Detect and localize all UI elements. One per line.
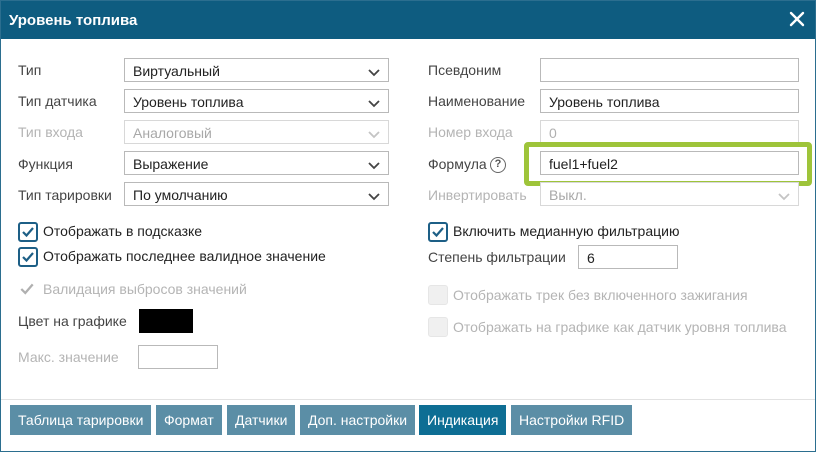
max-value-label: Макс. значение [18,349,119,365]
checkmark-icon [22,252,34,263]
function-select[interactable]: Выражение [124,151,389,175]
track-without-ignition-label: Отображать трек без включенного зажигани… [453,287,748,303]
chevron-down-icon [367,127,381,139]
function-value: Выражение [133,156,209,172]
chevron-down-icon [367,189,381,201]
dialog-title: Уровень топлива [9,12,138,29]
show-last-valid-label: Отображать последнее валидное значение [43,248,326,264]
track-without-ignition-checkbox[interactable] [428,285,448,305]
chevron-down-icon [367,158,381,170]
show-in-tooltip-checkbox[interactable] [18,222,38,242]
function-label: Функция [18,156,73,172]
show-as-fuel-sensor-label: Отображать на графике как датчик уровня … [453,319,787,335]
filter-degree-input[interactable]: 6 [578,245,678,269]
outlier-validation-label: Валидация выбросов значений [43,281,247,297]
chevron-down-icon [777,189,791,201]
tab-format[interactable]: Формат [156,405,222,435]
type-label: Тип [18,62,42,78]
name-input[interactable]: Уровень топлива [540,89,799,113]
formula-input[interactable]: fuel1+fuel2 [540,151,799,175]
name-value: Уровень топлива [549,94,660,110]
formula-value: fuel1+fuel2 [549,156,618,172]
input-number-input[interactable]: 0 [540,120,799,144]
type-value: Виртуальный [133,63,220,79]
sensor-dialog: Уровень топлива Тип Виртуальный Тип датч… [0,0,816,452]
calibration-type-label: Тип тарировки [18,187,112,203]
close-icon[interactable] [787,9,807,29]
input-number-value: 0 [549,125,557,141]
checkmark-icon [22,227,34,238]
show-last-valid-checkbox[interactable] [18,247,38,267]
chart-color-swatch[interactable] [139,309,193,333]
help-icon[interactable]: ? [490,157,506,173]
tab-calibration-table[interactable]: Таблица тарировки [10,405,152,435]
tab-bar-divider [1,399,815,400]
calibration-type-select[interactable]: По умолчанию [124,182,389,206]
chevron-down-icon [367,65,381,77]
alias-label: Псевдоним [428,62,502,78]
sensor-type-value: Уровень топлива [133,94,244,110]
chevron-down-icon [367,96,381,108]
formula-label: Формула [428,156,487,172]
invert-value: Выкл. [549,187,587,203]
dialog-titlebar: Уровень топлива [1,1,815,39]
checkmark-icon [20,283,34,295]
chart-color-label: Цвет на графике [18,313,127,329]
alias-input[interactable] [540,58,799,82]
sensor-type-label: Тип датчика [18,93,97,109]
tab-rfid-settings[interactable]: Настройки RFID [511,405,633,435]
sensor-type-select[interactable]: Уровень топлива [124,89,389,113]
input-type-select[interactable]: Аналоговый [124,120,389,144]
invert-label: Инвертировать [428,187,527,203]
outlier-validation-checkbox[interactable] [18,280,38,300]
filter-degree-value: 6 [587,250,595,266]
type-select[interactable]: Виртуальный [124,58,389,82]
median-filter-checkbox[interactable] [428,222,448,242]
invert-select[interactable]: Выкл. [540,182,799,206]
checkmark-icon [432,227,444,238]
input-type-label: Тип входа [18,124,83,140]
input-type-value: Аналоговый [133,125,212,141]
input-number-label: Номер входа [428,124,513,140]
show-in-tooltip-label: Отображать в подсказке [43,223,203,239]
tab-sensors[interactable]: Датчики [227,405,296,435]
max-value-input[interactable] [138,345,218,369]
tab-advanced-settings[interactable]: Доп. настройки [300,405,416,435]
calibration-type-value: По умолчанию [133,187,228,203]
filter-degree-label: Степень фильтрации [428,249,566,265]
median-filter-label: Включить медианную фильтрацию [453,223,680,239]
name-label: Наименование [428,93,526,109]
show-as-fuel-sensor-checkbox[interactable] [428,317,448,337]
tab-indication[interactable]: Индикация [419,405,507,435]
